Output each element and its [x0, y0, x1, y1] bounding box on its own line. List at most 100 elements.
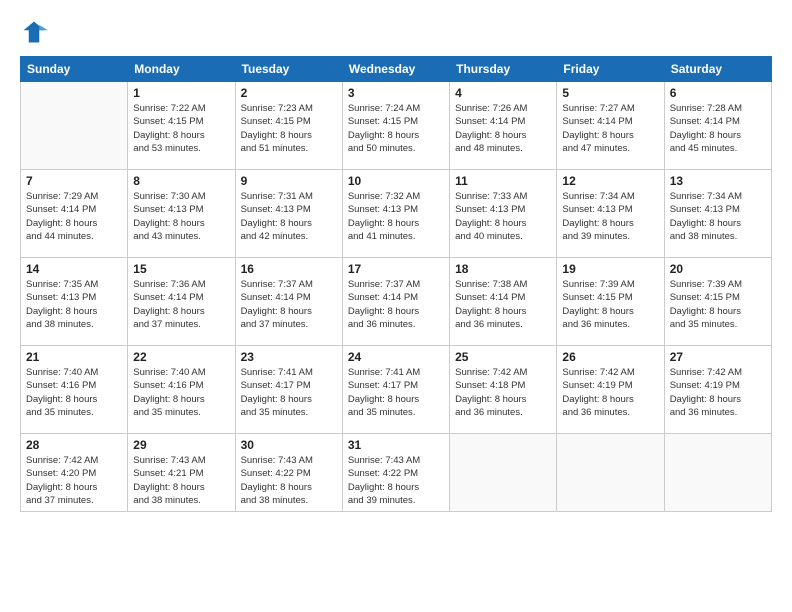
cell-content: Sunrise: 7:34 AM Sunset: 4:13 PM Dayligh… — [670, 190, 766, 243]
weekday-header-wednesday: Wednesday — [342, 57, 449, 82]
day-cell: 30Sunrise: 7:43 AM Sunset: 4:22 PM Dayli… — [235, 434, 342, 512]
day-cell — [557, 434, 664, 512]
day-number: 13 — [670, 174, 766, 188]
cell-content: Sunrise: 7:36 AM Sunset: 4:14 PM Dayligh… — [133, 278, 229, 331]
cell-content: Sunrise: 7:37 AM Sunset: 4:14 PM Dayligh… — [241, 278, 337, 331]
day-number: 5 — [562, 86, 658, 100]
day-cell: 20Sunrise: 7:39 AM Sunset: 4:15 PM Dayli… — [664, 258, 771, 346]
day-number: 19 — [562, 262, 658, 276]
day-number: 10 — [348, 174, 444, 188]
day-number: 14 — [26, 262, 122, 276]
day-cell: 7 Sunrise: 7:29 AM Sunset: 4:14 PM Daylig… — [21, 170, 128, 258]
cell-content: Sunrise: 7:37 AM Sunset: 4:14 PM Dayligh… — [348, 278, 444, 331]
day-cell: 2Sunrise: 7:23 AM Sunset: 4:15 PM Daylig… — [235, 82, 342, 170]
cell-content: Sunrise: 7:38 AM Sunset: 4:14 PM Dayligh… — [455, 278, 551, 331]
day-cell: 29 Sunrise: 7:43 AM Sunset: 4:21 PM Dayli… — [128, 434, 235, 512]
day-cell — [664, 434, 771, 512]
cell-content: Sunrise: 7:32 AM Sunset: 4:13 PM Dayligh… — [348, 190, 444, 243]
day-cell: 31 Sunrise: 7:43 AM Sunset: 4:22 PM Dayli… — [342, 434, 449, 512]
cell-content: Sunrise: 7:41 AM Sunset: 4:17 PM Dayligh… — [241, 366, 337, 419]
day-number: 2 — [241, 86, 337, 100]
day-cell: 19 Sunrise: 7:39 AM Sunset: 4:15 PM Dayli… — [557, 258, 664, 346]
weekday-header-thursday: Thursday — [450, 57, 557, 82]
cell-content: Sunrise: 7:35 AM Sunset: 4:13 PM Dayligh… — [26, 278, 122, 331]
weekday-header-sunday: Sunday — [21, 57, 128, 82]
day-cell: 23 Sunrise: 7:41 AM Sunset: 4:17 PM Dayli… — [235, 346, 342, 434]
cell-content: Sunrise: 7:39 AM Sunset: 4:15 PM Dayligh… — [670, 278, 766, 331]
day-number: 22 — [133, 350, 229, 364]
day-number: 7 — [26, 174, 122, 188]
cell-content: Sunrise: 7:34 AM Sunset: 4:13 PM Dayligh… — [562, 190, 658, 243]
day-number: 27 — [670, 350, 766, 364]
day-number: 1 — [133, 86, 229, 100]
page: SundayMondayTuesdayWednesdayThursdayFrid… — [0, 0, 792, 612]
day-cell: 27 Sunrise: 7:42 AM Sunset: 4:19 PM Dayli… — [664, 346, 771, 434]
day-number: 6 — [670, 86, 766, 100]
day-cell: 26Sunrise: 7:42 AM Sunset: 4:19 PM Dayli… — [557, 346, 664, 434]
day-cell: 6Sunrise: 7:28 AM Sunset: 4:14 PM Daylig… — [664, 82, 771, 170]
day-cell: 9 Sunrise: 7:31 AM Sunset: 4:13 PM Daylig… — [235, 170, 342, 258]
day-number: 24 — [348, 350, 444, 364]
day-cell: 8Sunrise: 7:30 AM Sunset: 4:13 PM Daylig… — [128, 170, 235, 258]
week-row-1: 1 Sunrise: 7:22 AM Sunset: 4:15 PM Daylig… — [21, 82, 772, 170]
day-number: 23 — [241, 350, 337, 364]
cell-content: Sunrise: 7:29 AM Sunset: 4:14 PM Dayligh… — [26, 190, 122, 243]
cell-content: Sunrise: 7:40 AM Sunset: 4:16 PM Dayligh… — [26, 366, 122, 419]
cell-content: Sunrise: 7:43 AM Sunset: 4:22 PM Dayligh… — [348, 454, 444, 507]
day-number: 29 — [133, 438, 229, 452]
day-cell: 11Sunrise: 7:33 AM Sunset: 4:13 PM Dayli… — [450, 170, 557, 258]
day-cell — [21, 82, 128, 170]
day-number: 21 — [26, 350, 122, 364]
day-number: 12 — [562, 174, 658, 188]
week-row-4: 21 Sunrise: 7:40 AM Sunset: 4:16 PM Dayli… — [21, 346, 772, 434]
day-cell: 10 Sunrise: 7:32 AM Sunset: 4:13 PM Dayli… — [342, 170, 449, 258]
day-cell — [450, 434, 557, 512]
day-cell: 16 Sunrise: 7:37 AM Sunset: 4:14 PM Dayli… — [235, 258, 342, 346]
day-cell: 4Sunrise: 7:26 AM Sunset: 4:14 PM Daylig… — [450, 82, 557, 170]
day-number: 17 — [348, 262, 444, 276]
cell-content: Sunrise: 7:41 AM Sunset: 4:17 PM Dayligh… — [348, 366, 444, 419]
day-number: 16 — [241, 262, 337, 276]
cell-content: Sunrise: 7:27 AM Sunset: 4:14 PM Dayligh… — [562, 102, 658, 155]
day-number: 25 — [455, 350, 551, 364]
day-cell: 22 Sunrise: 7:40 AM Sunset: 4:16 PM Dayli… — [128, 346, 235, 434]
logo — [20, 18, 52, 46]
weekday-header-row: SundayMondayTuesdayWednesdayThursdayFrid… — [21, 57, 772, 82]
day-cell: 13 Sunrise: 7:34 AM Sunset: 4:13 PM Dayli… — [664, 170, 771, 258]
day-cell: 18 Sunrise: 7:38 AM Sunset: 4:14 PM Dayli… — [450, 258, 557, 346]
day-cell: 28Sunrise: 7:42 AM Sunset: 4:20 PM Dayli… — [21, 434, 128, 512]
weekday-header-tuesday: Tuesday — [235, 57, 342, 82]
day-cell: 25 Sunrise: 7:42 AM Sunset: 4:18 PM Dayli… — [450, 346, 557, 434]
cell-content: Sunrise: 7:42 AM Sunset: 4:18 PM Dayligh… — [455, 366, 551, 419]
cell-content: Sunrise: 7:33 AM Sunset: 4:13 PM Dayligh… — [455, 190, 551, 243]
day-cell: 17 Sunrise: 7:37 AM Sunset: 4:14 PM Dayli… — [342, 258, 449, 346]
header — [20, 18, 772, 46]
cell-content: Sunrise: 7:42 AM Sunset: 4:20 PM Dayligh… — [26, 454, 122, 507]
day-number: 4 — [455, 86, 551, 100]
day-number: 30 — [241, 438, 337, 452]
day-number: 18 — [455, 262, 551, 276]
day-number: 15 — [133, 262, 229, 276]
cell-content: Sunrise: 7:22 AM Sunset: 4:15 PM Dayligh… — [133, 102, 229, 155]
weekday-header-saturday: Saturday — [664, 57, 771, 82]
day-cell: 14 Sunrise: 7:35 AM Sunset: 4:13 PM Dayli… — [21, 258, 128, 346]
week-row-3: 14 Sunrise: 7:35 AM Sunset: 4:13 PM Dayli… — [21, 258, 772, 346]
day-cell: 15 Sunrise: 7:36 AM Sunset: 4:14 PM Dayli… — [128, 258, 235, 346]
cell-content: Sunrise: 7:43 AM Sunset: 4:21 PM Dayligh… — [133, 454, 229, 507]
cell-content: Sunrise: 7:39 AM Sunset: 4:15 PM Dayligh… — [562, 278, 658, 331]
week-row-5: 28Sunrise: 7:42 AM Sunset: 4:20 PM Dayli… — [21, 434, 772, 512]
cell-content: Sunrise: 7:42 AM Sunset: 4:19 PM Dayligh… — [670, 366, 766, 419]
cell-content: Sunrise: 7:24 AM Sunset: 4:15 PM Dayligh… — [348, 102, 444, 155]
weekday-header-friday: Friday — [557, 57, 664, 82]
day-cell: 3 Sunrise: 7:24 AM Sunset: 4:15 PM Daylig… — [342, 82, 449, 170]
day-cell: 24 Sunrise: 7:41 AM Sunset: 4:17 PM Dayli… — [342, 346, 449, 434]
day-number: 31 — [348, 438, 444, 452]
day-number: 8 — [133, 174, 229, 188]
week-row-2: 7 Sunrise: 7:29 AM Sunset: 4:14 PM Daylig… — [21, 170, 772, 258]
day-number: 3 — [348, 86, 444, 100]
calendar-table: SundayMondayTuesdayWednesdayThursdayFrid… — [20, 56, 772, 512]
weekday-header-monday: Monday — [128, 57, 235, 82]
day-number: 9 — [241, 174, 337, 188]
cell-content: Sunrise: 7:31 AM Sunset: 4:13 PM Dayligh… — [241, 190, 337, 243]
cell-content: Sunrise: 7:40 AM Sunset: 4:16 PM Dayligh… — [133, 366, 229, 419]
